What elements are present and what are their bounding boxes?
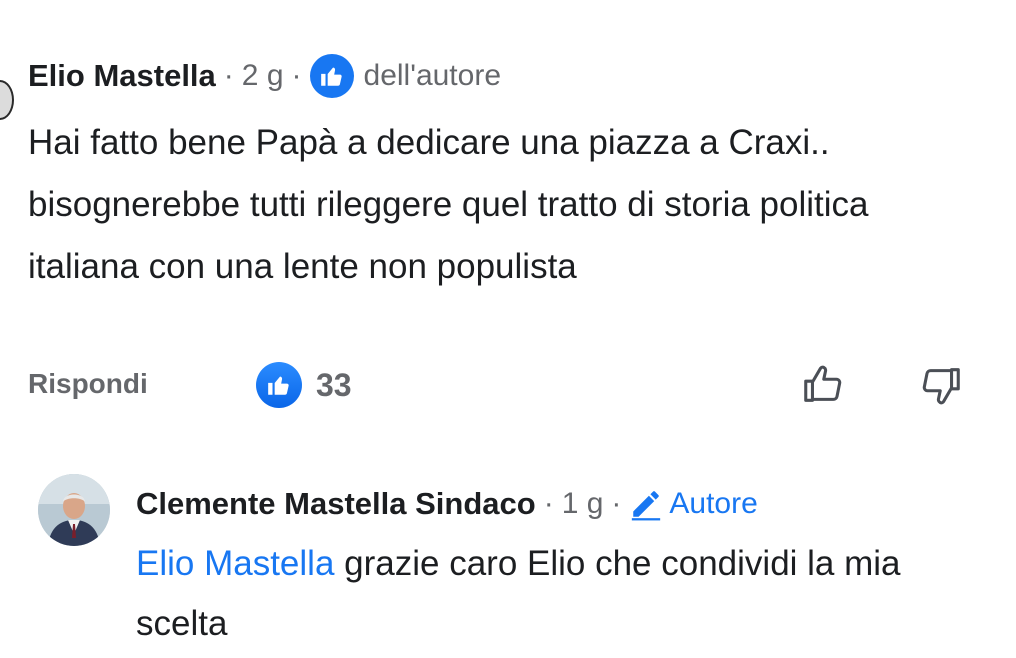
comment-author-name[interactable]: Elio Mastella: [28, 58, 216, 94]
thumbs-down-outline-icon: [922, 368, 960, 405]
thumbs-up-outline-icon: [804, 365, 842, 402]
comment-actions: Rispondi 33: [28, 360, 988, 412]
fan-badge-label: dell'autore: [363, 59, 502, 92]
reply-timestamp[interactable]: 1 g: [562, 487, 604, 521]
reply-author-name[interactable]: Clemente Mastella Sindaco: [136, 486, 536, 522]
author-role-label: Autore: [669, 487, 758, 520]
comment-header: Elio Mastella · 2 g · dell'autore: [28, 50, 501, 102]
commenter-avatar[interactable]: [0, 80, 14, 120]
separator-dot: ·: [291, 59, 302, 92]
mention-link[interactable]: Elio Mastella: [136, 544, 334, 583]
upvote-button[interactable]: [798, 360, 848, 410]
reply-header: Clemente Mastella Sindaco · 1 g · Autore: [136, 478, 758, 530]
downvote-button[interactable]: [916, 360, 966, 410]
thumbs-up-icon: [256, 362, 302, 408]
separator-dot: ·: [611, 487, 622, 520]
separator-dot: ·: [543, 487, 554, 520]
like-count: 33: [316, 366, 352, 403]
reply-author-avatar[interactable]: [38, 474, 110, 546]
comment-text: Hai fatto bene Papà a dedicare una piazz…: [28, 123, 869, 286]
separator-dot: ·: [223, 59, 234, 92]
reply-button[interactable]: Rispondi: [28, 368, 148, 400]
reply-text: Elio Mastella grazie caro Elio che condi…: [136, 534, 996, 654]
reaction-summary[interactable]: 33: [256, 360, 352, 410]
thumbs-up-badge-icon: [309, 54, 354, 98]
pencil-icon: [629, 487, 663, 521]
comment-timestamp[interactable]: 2 g: [242, 59, 284, 93]
